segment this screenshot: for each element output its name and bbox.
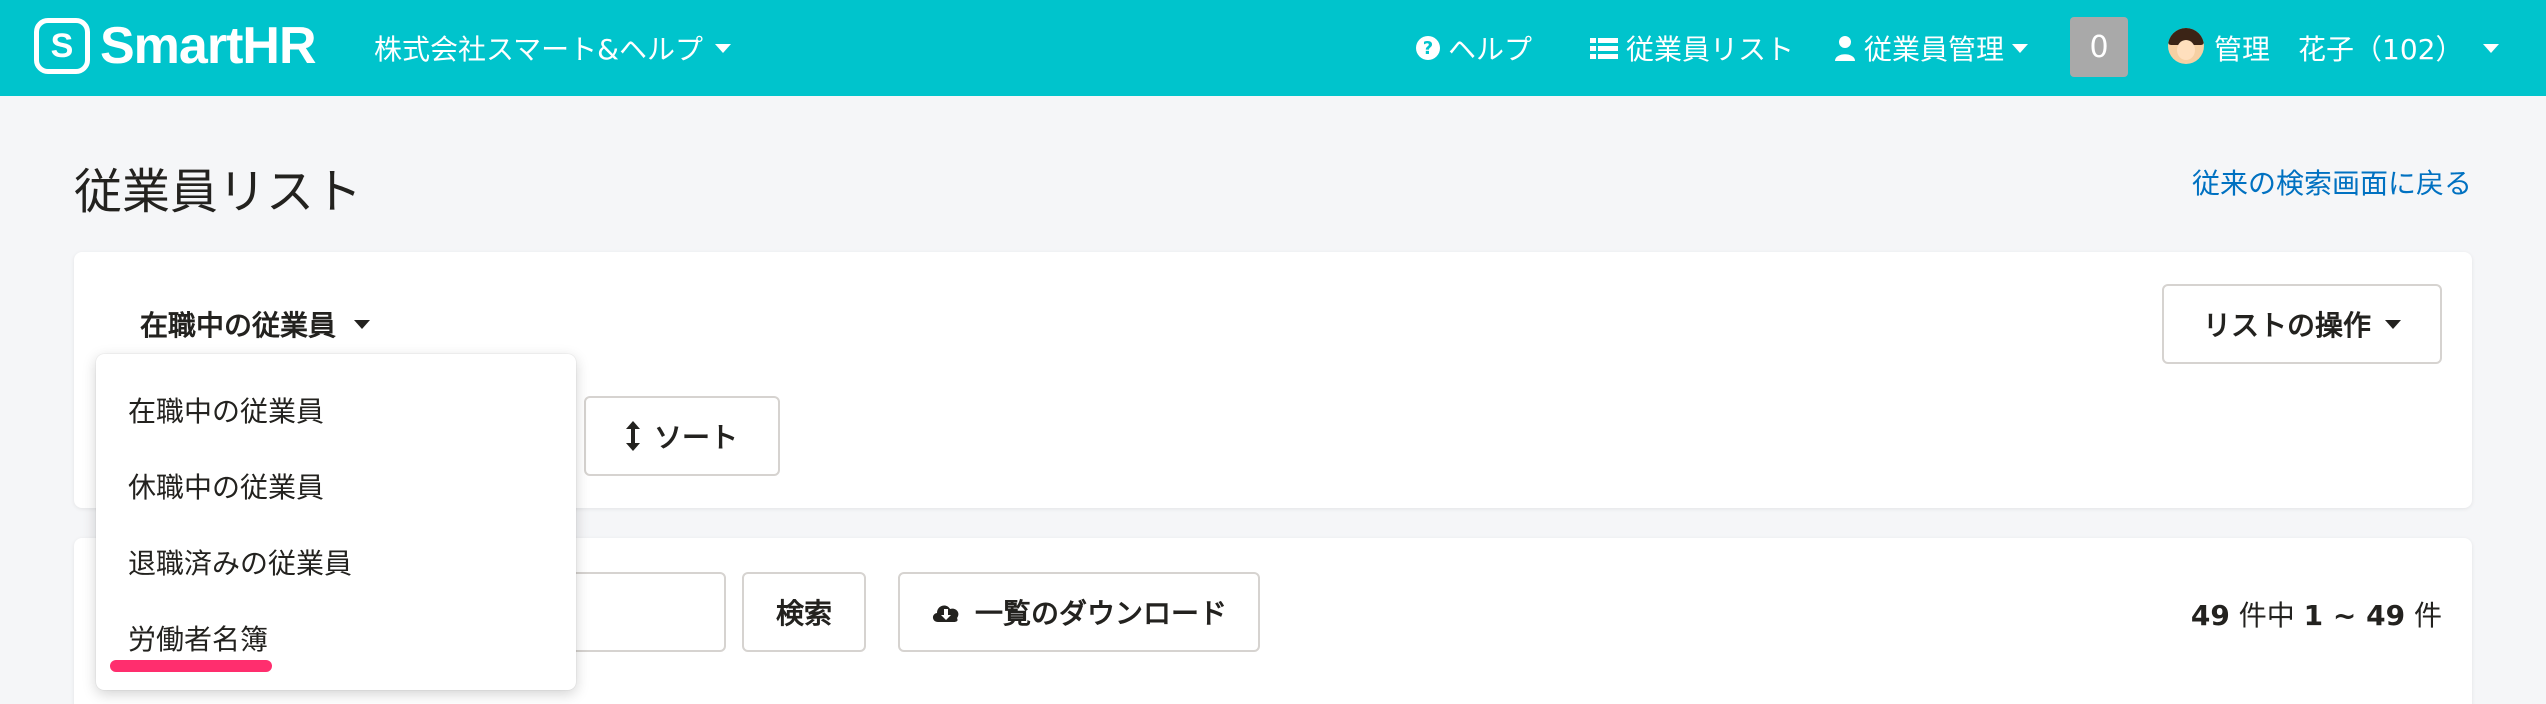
highlight-underline [110,660,272,672]
employee-status-selected: 在職中の従業員 [140,309,337,342]
list-operations-label: リストの操作 [2202,309,2371,342]
result-unit-1: 件中 [2238,599,2295,632]
result-total: 49 [2190,599,2230,632]
sort-button[interactable]: ソート [584,396,780,476]
download-list-button[interactable]: 一覧のダウンロード [898,572,1260,652]
list-icon [1590,38,1618,59]
nav-employee-list[interactable]: 従業員リスト [1590,28,1794,68]
dropdown-item-active[interactable]: 在職中の従業員 [128,390,324,430]
user-icon [1835,36,1855,61]
page-title: 従業員リスト [74,164,363,220]
user-name: 管理 花子（102） [2214,33,2464,66]
sort-label: ソート [653,421,738,454]
logo-mark: S [34,18,90,74]
notification-badge[interactable]: 0 [2070,17,2128,77]
result-range: 1 ~ 49 [2303,599,2406,632]
employee-status-select[interactable]: 在職中の従業員 [140,304,371,344]
cloud-download-icon [932,605,959,622]
result-unit-2: 件 [2413,599,2442,632]
download-label: 一覧のダウンロード [974,597,1227,630]
caret-down-icon [2385,319,2401,329]
nav-help[interactable]: ? ヘルプ [1416,28,1532,68]
company-switcher[interactable]: 株式会社スマート&ヘルプ [374,28,731,68]
sort-vertical-icon [625,421,640,451]
caret-down-icon [715,43,731,53]
back-to-legacy-search-link[interactable]: 従来の検索画面に戻る [2192,162,2472,202]
nav-employee-admin[interactable]: 従業員管理 [1834,28,2029,68]
avatar[interactable] [2168,28,2204,64]
caret-down-icon [2012,43,2029,53]
caret-down-icon [2483,43,2500,53]
caret-down-icon [354,319,371,329]
avatar-face [2177,40,2195,60]
nav-help-label: ヘルプ [1448,33,1533,66]
dropdown-item-worker-register[interactable]: 労働者名簿 [128,618,268,658]
company-name: 株式会社スマート&ヘルプ [374,33,703,66]
user-menu[interactable]: 管理 花子（102） [2214,28,2500,68]
dropdown-item-on-leave[interactable]: 休職中の従業員 [128,466,324,506]
logo-text: SmartHR [100,17,316,75]
search-button[interactable]: 検索 [742,572,866,652]
top-navigation-bar: S SmartHR 株式会社スマート&ヘルプ ? ヘルプ 従業員リスト 従業員管… [0,0,2546,96]
dropdown-item-retired[interactable]: 退職済みの従業員 [128,542,352,582]
question-circle-icon: ? [1416,36,1440,60]
list-operations-button[interactable]: リストの操作 [2162,284,2442,364]
employee-status-dropdown: 在職中の従業員 休職中の従業員 退職済みの従業員 労働者名簿 [96,354,576,690]
smarthr-logo[interactable]: S SmartHR [34,17,316,75]
result-count: 49 件中 1 ~ 49 件 [2191,594,2442,634]
nav-employee-admin-label: 従業員管理 [1864,33,2005,66]
nav-employee-list-label: 従業員リスト [1626,33,1795,66]
